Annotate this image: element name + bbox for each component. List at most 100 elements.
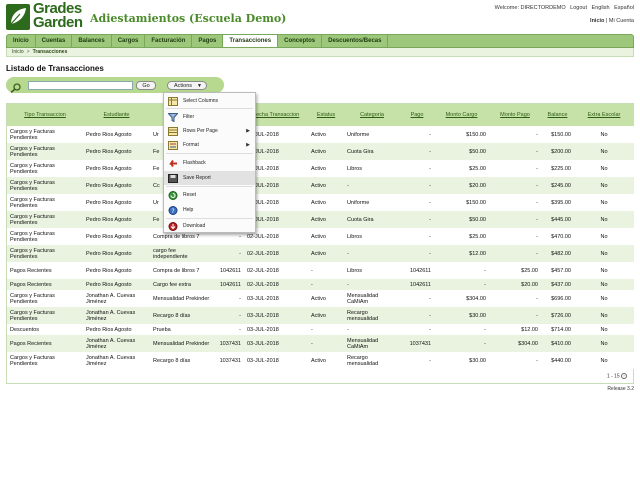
my-account-link[interactable]: Mi Cuenta [609, 18, 634, 24]
table-cell: $25.00 [434, 160, 489, 177]
menu-item-help[interactable]: ? Help [164, 203, 255, 217]
col-header[interactable]: Extra Escolar [574, 104, 634, 126]
table-cell: Pedro Rios Agosto [83, 262, 150, 279]
menu-divider [166, 153, 253, 154]
table-row: Cargos y Facturas Pendientes Pedro Rios A… [7, 177, 634, 194]
table-cell: Libros [344, 160, 400, 177]
table-cell: 1037431 [400, 335, 434, 352]
pagination-range: 1 - 15 [606, 373, 620, 380]
nav-tab-transacciones[interactable]: Transacciones [223, 35, 279, 47]
menu-item-filter[interactable]: Filter [164, 110, 255, 124]
page-title: Listado de Transacciones [6, 64, 104, 73]
col-header[interactable]: Estatus [308, 104, 344, 126]
nav-tab-descuentos-becas[interactable]: Descuentos/Becas [322, 35, 389, 47]
menu-item-flashback[interactable]: Flashback [164, 156, 255, 170]
menu-item-rows-per-page[interactable]: Rows Per Page ▶ [164, 124, 255, 138]
nav-tab-conceptos[interactable]: Conceptos [278, 35, 323, 47]
english-link[interactable]: English [592, 5, 610, 11]
spanish-link[interactable]: Español [614, 5, 634, 11]
flashback-icon [168, 159, 178, 168]
col-header[interactable]: Monto Pago [489, 104, 541, 126]
menu-item-save-report[interactable]: Save Report [164, 171, 255, 185]
table-row: Cargos y Facturas Pendientes Jonathan A. … [7, 307, 634, 324]
col-header[interactable]: Monto Cargo [434, 104, 489, 126]
table-cell: $12.00 [434, 245, 489, 262]
nav-tab-cargos[interactable]: Cargos [112, 35, 146, 47]
table-cell: $25.00 [489, 262, 541, 279]
menu-item-download[interactable]: Download [164, 219, 255, 233]
table-cell: - [489, 245, 541, 262]
submenu-arrow-icon: ▶ [246, 128, 250, 134]
table-cell: $445.00 [541, 211, 574, 228]
table-cell: Cargos y Facturas Pendientes [7, 228, 83, 245]
table-cell: $12.00 [489, 324, 541, 335]
table-cell: Activo [308, 245, 344, 262]
table-cell: Pedro Rios Agosto [83, 211, 150, 228]
release-version: Release 3.2 [607, 386, 634, 392]
table-cell: Activo [308, 143, 344, 160]
menu-item-format[interactable]: Format ▶ [164, 138, 255, 152]
col-header[interactable]: Balance [541, 104, 574, 126]
col-header[interactable]: Estudiante [83, 104, 150, 126]
header: Grades Garden Adiestamientos (Escuela De… [0, 0, 640, 34]
table-cell: - [489, 307, 541, 324]
home-link[interactable]: Inicio [590, 18, 604, 24]
nav-tab-inicio[interactable]: Inicio [7, 35, 36, 47]
menu-label: Download [183, 223, 206, 229]
breadcrumb-home[interactable]: Inicio [12, 49, 24, 55]
link-separator: | [605, 18, 608, 24]
table-cell: - [400, 126, 434, 143]
search-input[interactable] [28, 81, 133, 90]
logout-link[interactable]: Logout [570, 5, 587, 11]
table-cell: 02-JUL-2018 [244, 245, 308, 262]
table-cell: Cargos y Facturas Pendientes [7, 194, 83, 211]
reset-icon [168, 191, 178, 200]
table-cell: Pedro Rios Agosto [83, 279, 150, 290]
menu-item-select-columns[interactable]: Select Columns [164, 94, 255, 108]
table-cell: Recargo 8 días [150, 352, 214, 369]
table-cell: Jonathan A. Cuevas Jiménez [83, 290, 150, 307]
table-cell: Libros [344, 262, 400, 279]
table-cell: $482.00 [541, 245, 574, 262]
breadcrumb: Inicio > Transacciones [6, 48, 634, 57]
table-cell: - [489, 352, 541, 369]
go-button[interactable]: Go [136, 81, 156, 90]
save-icon [168, 174, 178, 183]
table-cell: Jonathan A. Cuevas Jiménez [83, 307, 150, 324]
table-cell: Activo [308, 194, 344, 211]
search-bar: Go Actions ▼ [6, 77, 224, 94]
table-cell: Jonathan A. Cuevas Jiménez [83, 335, 150, 352]
actions-button[interactable]: Actions ▼ [167, 81, 207, 90]
col-header[interactable]: Pago [400, 104, 434, 126]
menu-item-reset[interactable]: Reset [164, 188, 255, 202]
table-cell: Activo [308, 307, 344, 324]
table-cell: $304.00 [489, 335, 541, 352]
table-cell: Activo [308, 211, 344, 228]
grades-garden-logo[interactable]: Grades Garden [6, 1, 84, 32]
table-cell: 03-JUL-2018 [244, 290, 308, 307]
table-cell: Mensualidad CaMiAm [344, 290, 400, 307]
col-header[interactable]: Tipo Transaccion [7, 104, 83, 126]
table-cell: - [400, 143, 434, 160]
col-header[interactable]: Categoria [344, 104, 400, 126]
select-columns-icon [168, 97, 178, 106]
table-cell: Pedro Rios Agosto [83, 324, 150, 335]
nav-tab-pagos[interactable]: Pagos [192, 35, 224, 47]
table-cell: Descuentos [7, 324, 83, 335]
menu-label: Reset [183, 192, 197, 198]
menu-label: Filter [183, 114, 195, 120]
table-cell: $440.00 [541, 352, 574, 369]
table-header-row: Tipo Transaccion Estudiante Fecha Transa… [7, 104, 634, 126]
table-cell: No [574, 279, 634, 290]
next-page-icon[interactable]: › [621, 373, 627, 379]
nav-tab-facturacion[interactable]: Facturación [145, 35, 193, 47]
table-cell: - [344, 279, 400, 290]
nav-tab-balances[interactable]: Balances [72, 35, 112, 47]
table-cell: $225.00 [541, 160, 574, 177]
search-icon[interactable] [10, 80, 22, 94]
table-cell: Pagos Recientes [7, 262, 83, 279]
table-cell: Cargo fee extra [150, 279, 214, 290]
nav-tab-cuentas[interactable]: Cuentas [36, 35, 73, 47]
table-cell: No [574, 290, 634, 307]
table-cell: - [400, 290, 434, 307]
